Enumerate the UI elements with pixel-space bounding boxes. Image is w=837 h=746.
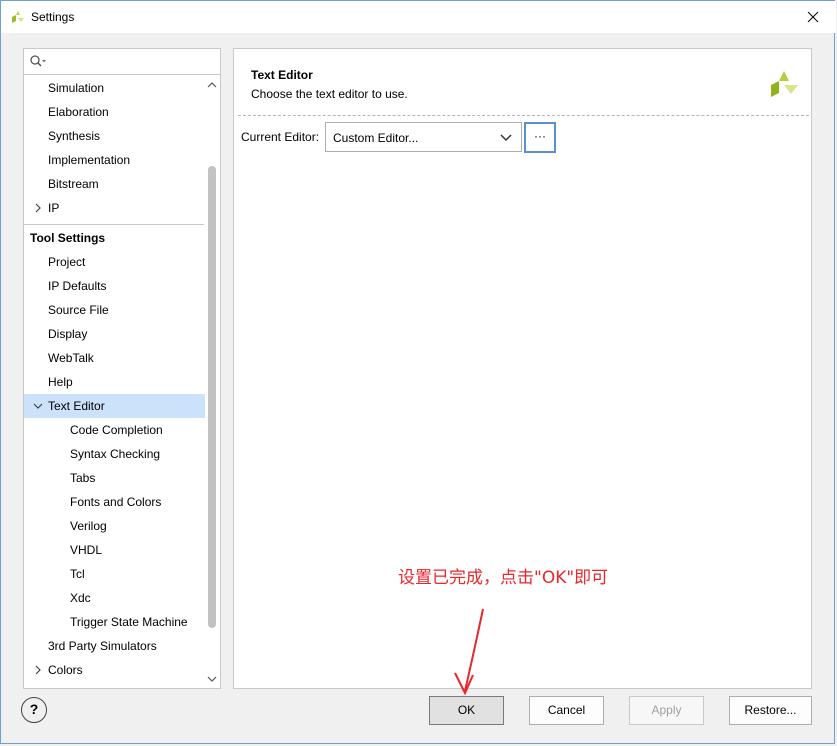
tree-item-label: Source File <box>48 303 109 317</box>
tree-item-simulation[interactable]: Simulation <box>24 76 206 100</box>
current-editor-label: Current Editor: <box>241 130 320 144</box>
tree-item-vhdl[interactable]: VHDL <box>24 538 206 562</box>
tree-item-text-editor[interactable]: Text Editor <box>24 394 206 418</box>
text-editor-settings-panel: Text Editor Choose the text editor to us… <box>233 48 812 689</box>
chevron-down-icon <box>500 134 512 142</box>
search-icon <box>30 55 46 67</box>
tree-item-label: Help <box>48 375 73 389</box>
annotation-text: 设置已完成，点击"OK"即可 <box>398 568 609 588</box>
tree-item-label: IP <box>48 201 60 215</box>
tree-item-bitstream[interactable]: Bitstream <box>24 172 206 196</box>
restore-button[interactable]: Restore... <box>729 696 812 725</box>
chevron-down-icon[interactable] <box>32 394 44 418</box>
tree-section-divider <box>24 224 204 225</box>
tree-item-label: Syntax Checking <box>70 447 161 461</box>
scroll-up-icon[interactable] <box>205 78 219 92</box>
tree-item-implementation[interactable]: Implementation <box>24 148 206 172</box>
tree-item-label: Simulation <box>48 81 105 95</box>
current-editor-select[interactable]: Custom Editor... <box>325 122 522 152</box>
tree-scrollbar[interactable] <box>205 76 219 688</box>
header-divider <box>238 115 809 116</box>
tree-item-code-completion[interactable]: Code Completion <box>24 418 206 442</box>
tree-item-elaboration[interactable]: Elaboration <box>24 100 206 124</box>
tree-item-label: Bitstream <box>48 177 99 191</box>
vivado-logo-icon <box>771 71 798 97</box>
tree-item-label: Tcl <box>70 567 85 581</box>
window-title: Settings <box>31 10 75 24</box>
tree-item-label: Synthesis <box>48 129 101 143</box>
tree-item-label: Verilog <box>70 519 107 533</box>
tree-item-label: Trigger State Machine <box>70 615 188 629</box>
current-editor-value: Custom Editor... <box>333 131 419 145</box>
tree-item-label: Text Editor <box>48 399 105 413</box>
search-input[interactable] <box>50 52 214 72</box>
tree-section-header: Tool Settings <box>24 226 206 250</box>
tree-item-fonts-and-colors[interactable]: Fonts and Colors <box>24 490 206 514</box>
tree-item-label: Xdc <box>70 591 91 605</box>
tree-item-label: Fonts and Colors <box>70 495 162 509</box>
tree-item-label: Display <box>48 327 88 341</box>
apply-button[interactable]: Apply <box>629 696 704 725</box>
close-button[interactable] <box>790 1 836 33</box>
tree-item-label: 3rd Party Simulators <box>48 639 157 653</box>
settings-tree-panel: Simulation Elaboration Synthesis Implementa… <box>23 48 221 689</box>
tree-item-ip[interactable]: IP <box>24 196 206 220</box>
tree-item-label: Project <box>48 255 86 269</box>
tree-item-webtalk[interactable]: WebTalk <box>24 346 206 370</box>
tree-item-label: IP Defaults <box>48 279 107 293</box>
browse-editor-button[interactable]: ··· <box>524 122 556 153</box>
search-box <box>24 49 220 75</box>
panel-title: Text Editor <box>251 68 313 82</box>
chevron-right-icon[interactable] <box>32 196 44 220</box>
tree-item-label: Tabs <box>70 471 96 485</box>
settings-tree: Simulation Elaboration Synthesis Implementa… <box>24 76 206 688</box>
panel-subtitle: Choose the text editor to use. <box>251 87 408 101</box>
cancel-button[interactable]: Cancel <box>529 696 604 725</box>
scrollbar-thumb[interactable] <box>208 166 216 628</box>
ok-button[interactable]: OK <box>429 696 504 725</box>
annotation-arrow-icon <box>454 608 484 696</box>
tree-item-label: Colors <box>48 663 83 677</box>
settings-dialog: Settings Simulation Elaboration Synthesis I… <box>0 0 836 744</box>
tree-item-label: Code Completion <box>70 423 163 437</box>
tree-item-xdc[interactable]: Xdc <box>24 586 206 610</box>
tree-item-source-file[interactable]: Source File <box>24 298 206 322</box>
tree-item-label: Tool Settings <box>30 231 106 245</box>
title-bar: Settings <box>1 1 836 33</box>
scroll-down-icon[interactable] <box>205 672 219 686</box>
tree-item-project[interactable]: Project <box>24 250 206 274</box>
tree-item-synthesis[interactable]: Synthesis <box>24 124 206 148</box>
tree-item-verilog[interactable]: Verilog <box>24 514 206 538</box>
tree-item-label: VHDL <box>70 543 103 557</box>
tree-item-label: Elaboration <box>48 105 109 119</box>
tree-item-colors[interactable]: Colors <box>24 658 206 682</box>
tree-item-tabs[interactable]: Tabs <box>24 466 206 490</box>
tree-item-label: WebTalk <box>48 351 94 365</box>
close-icon <box>807 11 819 23</box>
tree-item-tcl[interactable]: Tcl <box>24 562 206 586</box>
chevron-right-icon[interactable] <box>32 658 44 682</box>
help-button[interactable]: ? <box>21 697 47 723</box>
tree-item-display[interactable]: Display <box>24 322 206 346</box>
vivado-logo-icon <box>12 11 24 23</box>
tree-item-label: Implementation <box>48 153 131 167</box>
tree-item-help[interactable]: Help <box>24 370 206 394</box>
tree-item-3rd-party-simulators[interactable]: 3rd Party Simulators <box>24 634 206 658</box>
tree-item-syntax-checking[interactable]: Syntax Checking <box>24 442 206 466</box>
tree-item-trigger-state-machine[interactable]: Trigger State Machine <box>24 610 206 634</box>
tree-item-ip-defaults[interactable]: IP Defaults <box>24 274 206 298</box>
